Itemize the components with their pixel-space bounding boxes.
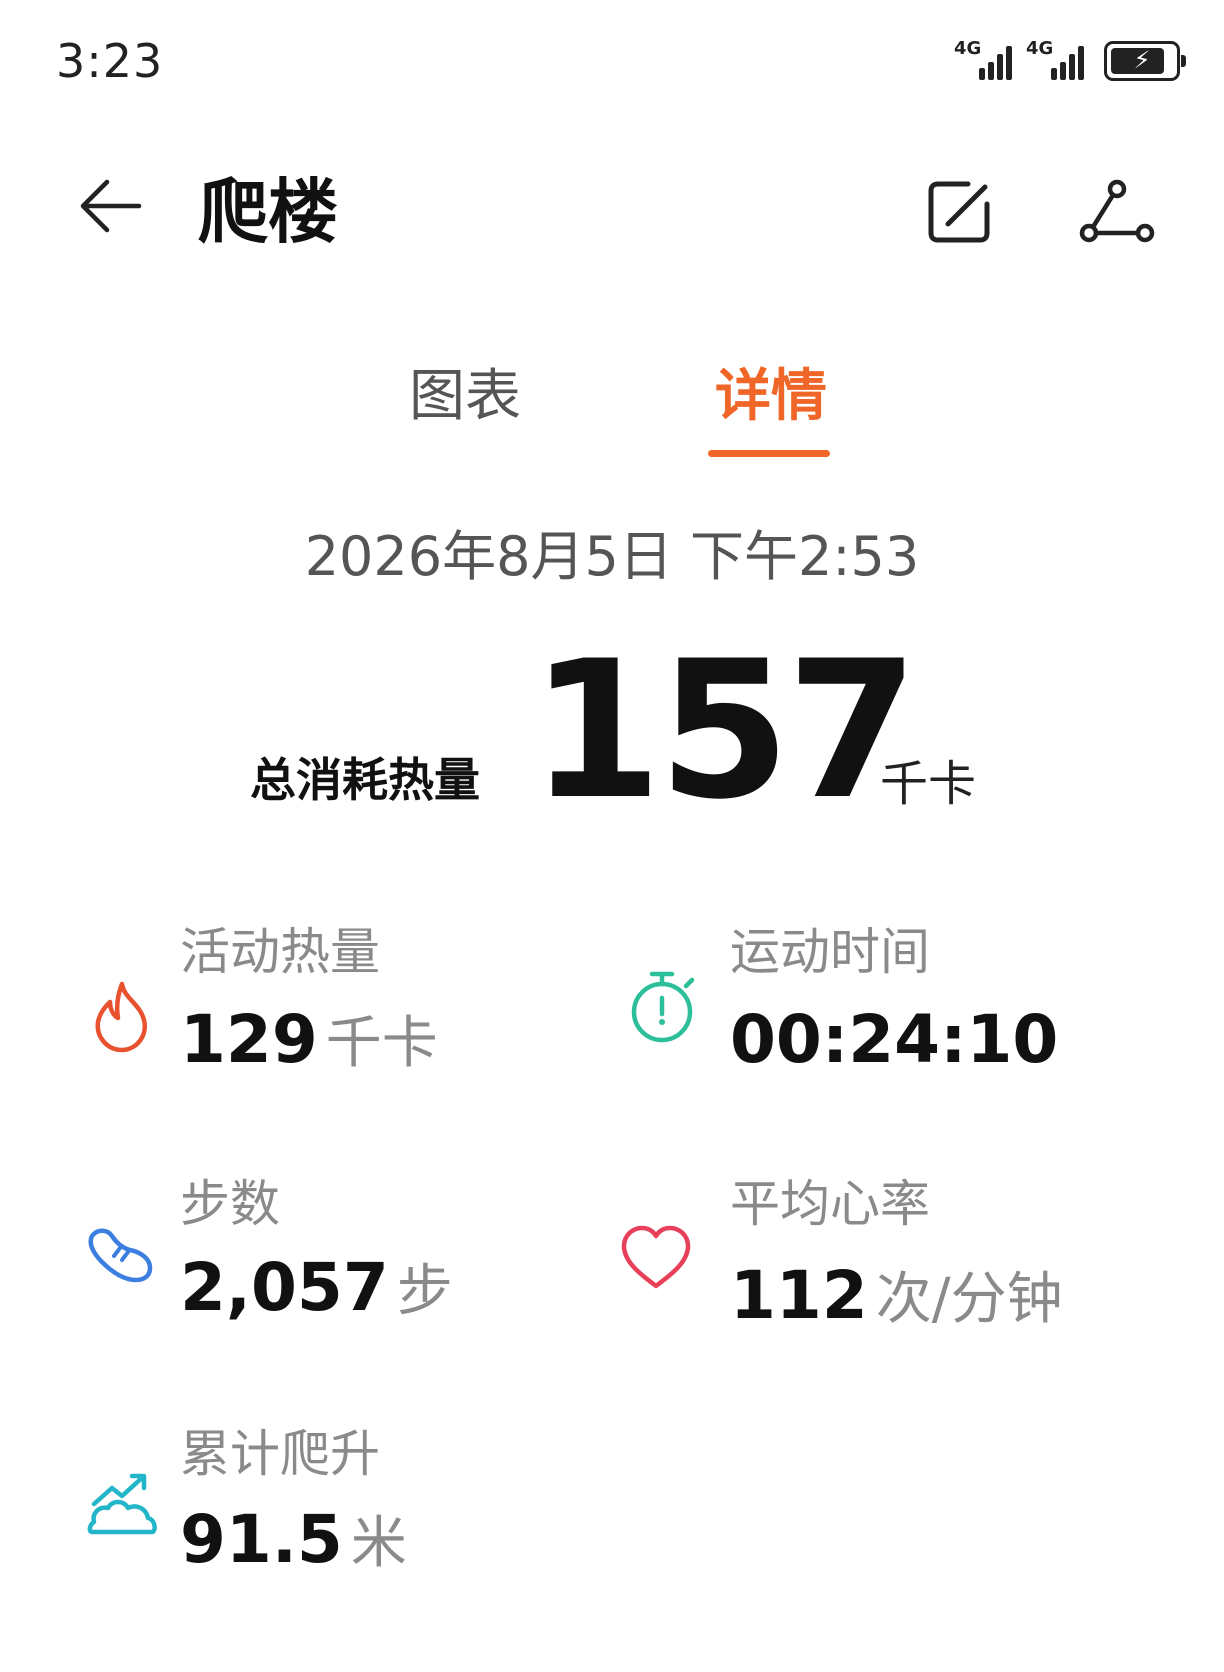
network-type-label: 4G (1026, 38, 1054, 59)
metric-number: 129 (180, 1001, 318, 1078)
metric-number: 00:24:10 (730, 1001, 1059, 1078)
metric-value: 00:24:10 (730, 1002, 1058, 1078)
status-time: 3:23 (56, 34, 164, 88)
metric-unit: 步 (396, 1259, 453, 1324)
flame-icon (95, 981, 148, 1053)
tab-active-indicator (708, 450, 830, 457)
metric-label: 步数 (180, 1175, 280, 1233)
status-icons: 4G 4G ⚡ (954, 40, 1186, 82)
share-icon (1079, 179, 1155, 243)
metric-number: 112 (730, 1257, 868, 1334)
metric-number: 2,057 (180, 1249, 389, 1326)
heart-icon (621, 1225, 691, 1289)
total-calories-label: 总消耗热量 (250, 753, 480, 807)
tab-chart[interactable]: 图表 (400, 362, 530, 432)
page-title: 爬楼 (198, 171, 338, 253)
metric-value: 91.5 米 (180, 1502, 407, 1582)
signal-4g-icon: 4G (954, 40, 1012, 82)
metric-number: 91.5 (180, 1501, 343, 1578)
metric-unit: 次/分钟 (875, 1267, 1063, 1332)
battery-charging-icon: ⚡ (1104, 41, 1186, 81)
arrow-left-icon (80, 179, 142, 233)
network-type-label: 4G (954, 38, 982, 59)
total-calories-unit: 千卡 (880, 756, 977, 812)
shoe-icon (88, 1228, 153, 1283)
metric-value: 129 千卡 (180, 1002, 438, 1082)
climb-icon (87, 1473, 157, 1535)
back-button[interactable] (72, 168, 148, 244)
stopwatch-icon (631, 971, 695, 1043)
metric-unit: 米 (350, 1511, 407, 1576)
metric-label: 平均心率 (730, 1175, 930, 1233)
metric-unit: 千卡 (325, 1011, 438, 1076)
edit-button[interactable] (920, 172, 1000, 252)
signal-4g-icon: 4G (1026, 40, 1084, 82)
total-calories-value: 157 (530, 620, 919, 841)
metric-label: 运动时间 (730, 923, 930, 981)
record-datetime: 2026年8月5日 下午2:53 (304, 525, 920, 588)
metric-value: 112 次/分钟 (730, 1258, 1063, 1338)
metric-value: 2,057 步 (180, 1250, 453, 1330)
tab-details[interactable]: 详情 (706, 362, 836, 432)
edit-note-icon (928, 181, 990, 243)
metric-label: 累计爬升 (180, 1425, 380, 1483)
metric-label: 活动热量 (180, 923, 380, 981)
share-button[interactable] (1074, 172, 1160, 252)
